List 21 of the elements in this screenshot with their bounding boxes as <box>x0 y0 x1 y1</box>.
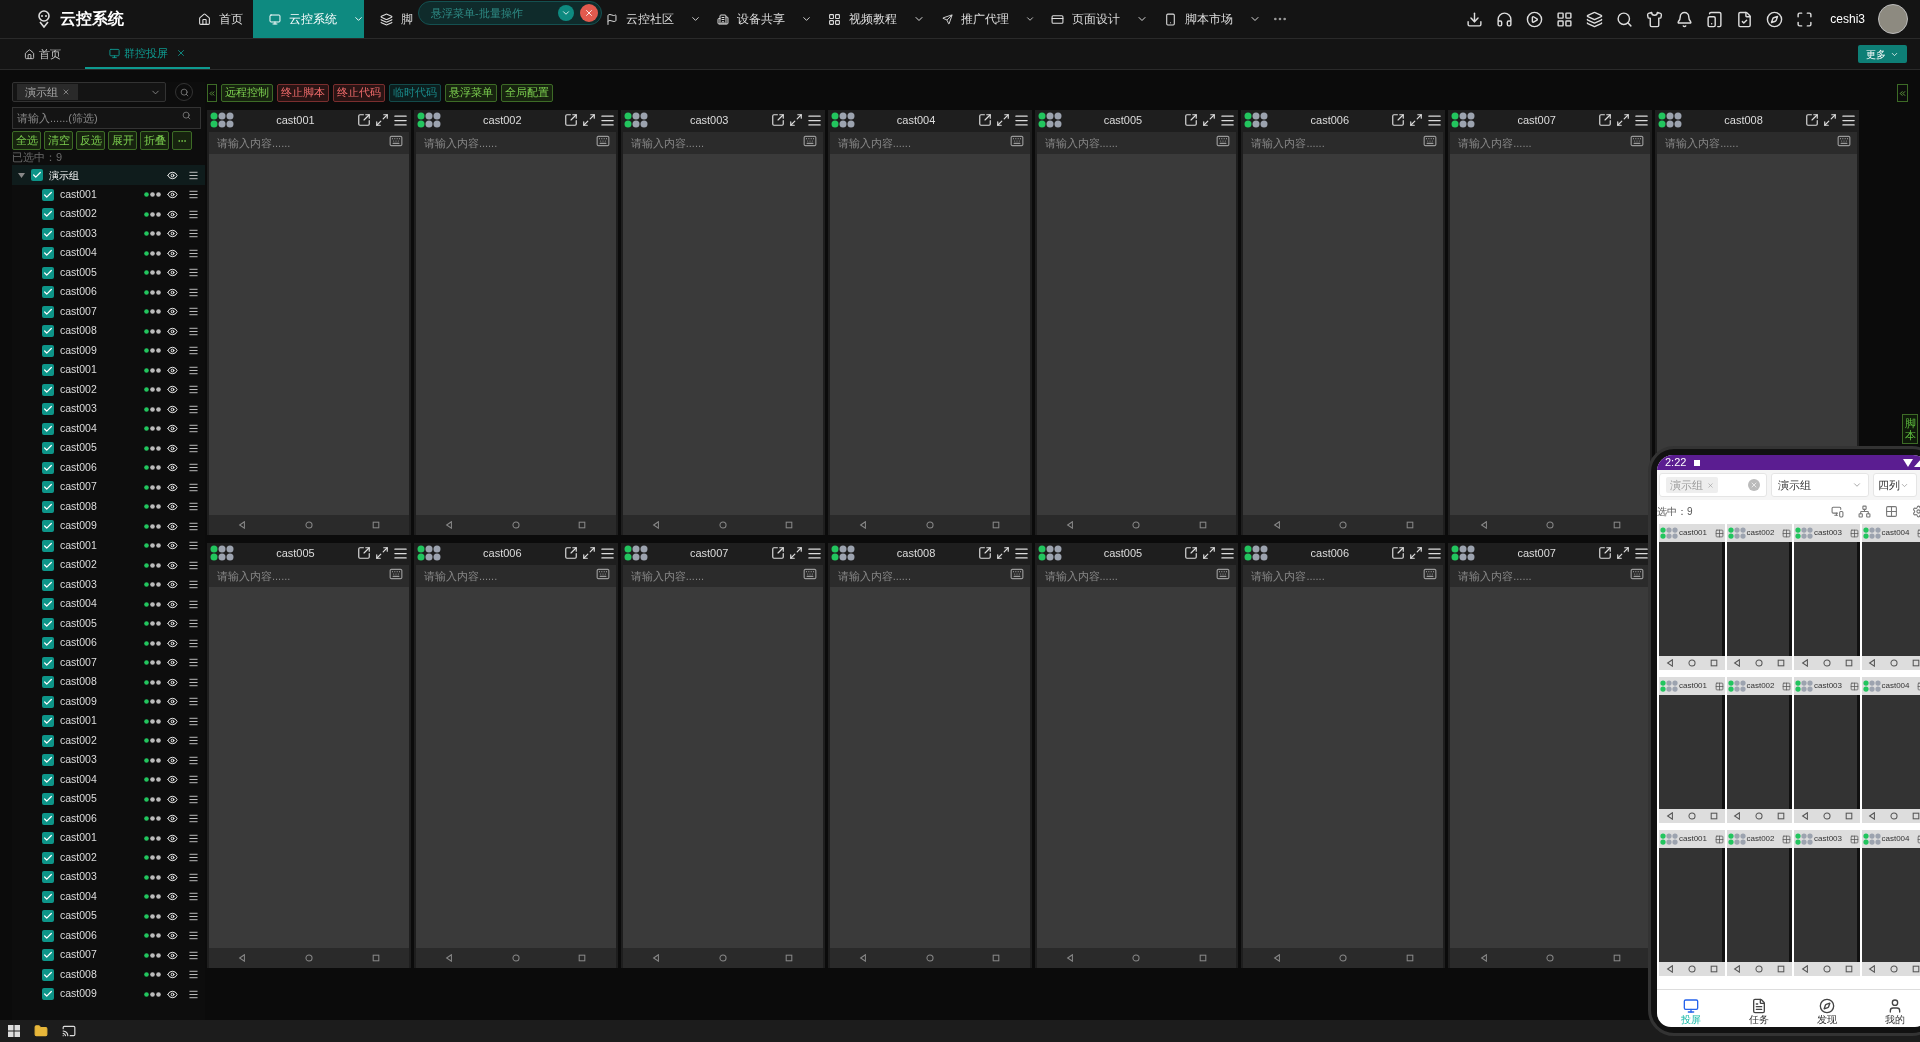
device-name: cast007 <box>1516 112 1557 128</box>
clock-text: 2:22 <box>1665 455 1687 471</box>
device-name: cast006 <box>1309 112 1351 128</box>
device-name: cast005 <box>275 545 316 561</box>
device-name: cast007 <box>688 545 730 561</box>
device-name: cast006 <box>482 545 523 561</box>
device-name: cast002 <box>482 112 523 128</box>
device-name: cast003 <box>688 112 730 128</box>
selected-count: 已选中：9 <box>12 151 64 163</box>
selected-count: 选中：9 <box>1657 504 1694 519</box>
device-name: cast006 <box>1309 545 1351 561</box>
device-name: cast001 <box>275 112 316 128</box>
device-name: cast005 <box>1102 545 1144 561</box>
device-name: cast007 <box>1516 545 1557 561</box>
app-logo-text: 云控系统 <box>60 9 124 29</box>
device-name: cast004 <box>895 112 937 128</box>
device-name: cast008 <box>895 545 937 561</box>
floating-menu-title: 悬浮菜单-批量操作 <box>431 5 524 21</box>
device-name: cast008 <box>1723 112 1764 128</box>
group-name: 演示组 <box>49 168 80 183</box>
device-name: cast005 <box>1102 112 1144 128</box>
